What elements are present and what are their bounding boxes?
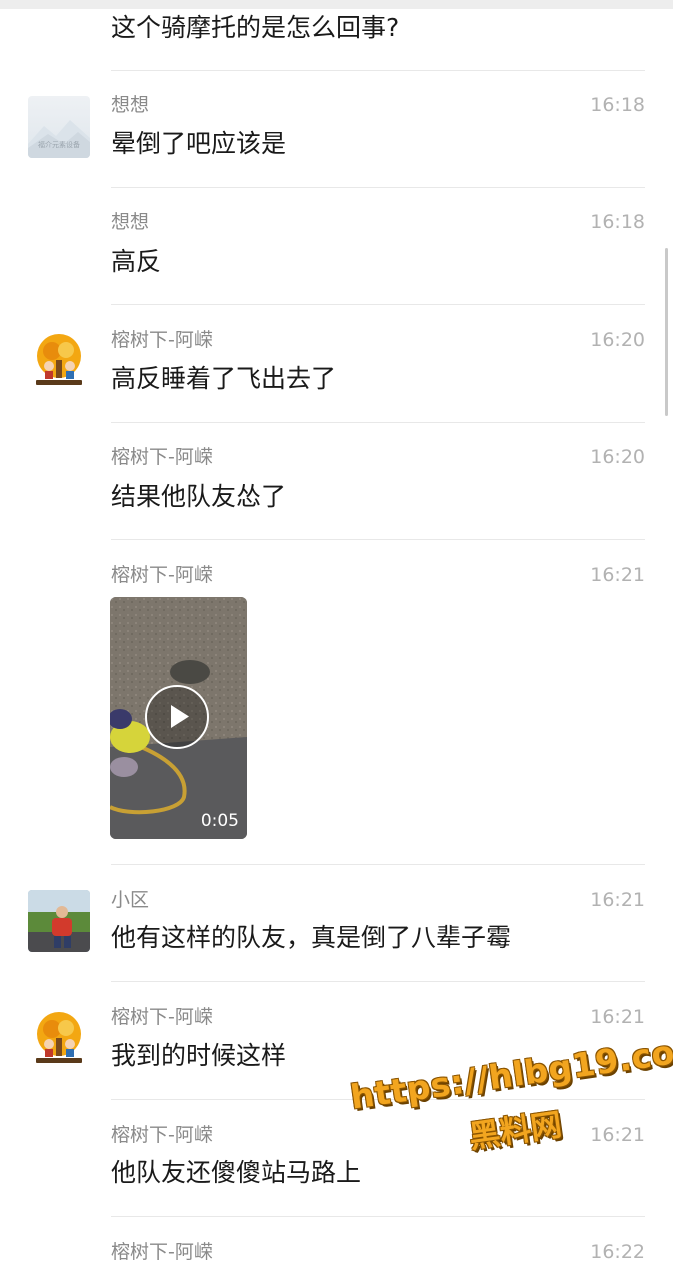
- message-text[interactable]: 高反睡着了飞出去了: [111, 363, 336, 395]
- message-divider: [111, 1216, 645, 1217]
- play-icon: [171, 705, 189, 728]
- watermark-site-name: 黑料网: [466, 1106, 565, 1156]
- sender-name[interactable]: 榕树下-阿嵘: [111, 1005, 213, 1029]
- message-time: 16:21: [590, 1124, 645, 1146]
- message-time: 16:20: [590, 329, 645, 351]
- message-time: 16:18: [590, 211, 645, 233]
- banyan-tree-avatar-icon: [28, 330, 90, 392]
- avatar[interactable]: [28, 890, 90, 952]
- chat-record-page: 这个骑摩托的是怎么回事? 福介元素设备 想想 16:18 晕倒了吧应该是 想想 …: [0, 0, 673, 1280]
- video-duration: 0:05: [200, 811, 239, 831]
- message-text[interactable]: 他有这样的队友，真是倒了八辈子霉: [111, 922, 511, 954]
- sender-name[interactable]: 榕树下-阿嵘: [111, 445, 213, 469]
- sender-name[interactable]: 榕树下-阿嵘: [111, 1123, 213, 1147]
- message-time: 16:20: [590, 446, 645, 468]
- message-text[interactable]: 结果他队友怂了: [111, 481, 286, 513]
- message-divider: [111, 187, 645, 188]
- avatar-caption: 福介元素设备: [38, 141, 80, 149]
- message-divider: [111, 539, 645, 540]
- message-text[interactable]: 晕倒了吧应该是: [111, 128, 286, 160]
- watermark-url: https://hlbg19.com: [348, 1027, 673, 1117]
- message-time: 16:21: [590, 889, 645, 911]
- avatar[interactable]: [28, 330, 90, 392]
- message-text[interactable]: 这个骑摩托的是怎么回事?: [111, 12, 399, 44]
- message-text[interactable]: 他队友还傻傻站马路上: [111, 1157, 361, 1189]
- message-divider: [111, 864, 645, 865]
- message-time: 16:18: [590, 94, 645, 116]
- watermark: https://hlbg19.com 黑料网: [348, 1028, 673, 1186]
- message-text[interactable]: 高反: [111, 246, 161, 278]
- sender-name[interactable]: 榕树下-阿嵘: [111, 328, 213, 352]
- avatar[interactable]: 福介元素设备: [28, 96, 90, 158]
- scrollbar[interactable]: [665, 248, 668, 416]
- sender-name[interactable]: 想想: [111, 210, 149, 234]
- play-button[interactable]: [145, 685, 209, 749]
- message-time: 16:22: [590, 1241, 645, 1263]
- sender-name[interactable]: 榕树下-阿嵘: [111, 563, 213, 587]
- message-time: 16:21: [590, 1006, 645, 1028]
- message-text[interactable]: 我到的时候这样: [111, 1040, 286, 1072]
- top-bar: [0, 0, 673, 9]
- sender-name[interactable]: 想想: [111, 93, 149, 117]
- avatar[interactable]: [28, 1008, 90, 1070]
- sender-name[interactable]: 榕树下-阿嵘: [111, 1240, 213, 1264]
- message-time: 16:21: [590, 564, 645, 586]
- message-divider: [111, 304, 645, 305]
- cyclist-photo-avatar-icon: [28, 890, 90, 952]
- message-divider: [111, 422, 645, 423]
- message-divider: [111, 70, 645, 71]
- message-divider: [111, 1099, 645, 1100]
- sender-name[interactable]: 小区: [111, 888, 149, 912]
- banyan-tree-avatar-icon: [28, 1008, 90, 1070]
- message-divider: [111, 981, 645, 982]
- video-thumbnail[interactable]: 0:05: [110, 597, 247, 839]
